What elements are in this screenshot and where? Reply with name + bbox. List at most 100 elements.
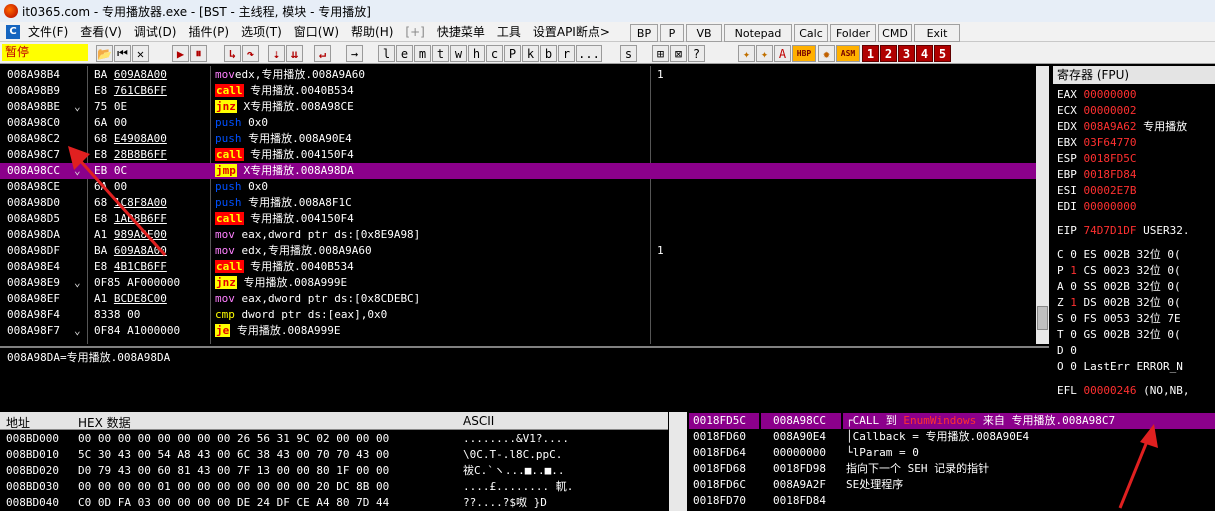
menu-options[interactable]: 选项(T) [235, 23, 288, 40]
stack-row[interactable]: 0018FD6C 008A9A2F SE处理程序 [689, 477, 1215, 493]
register-line[interactable]: EFL 00000246 (NO,NB, [1057, 383, 1189, 399]
registers-pane[interactable]: 寄存器 (FPU) EAX 00000000 ECX 00000002 EDX 00… [1053, 66, 1215, 412]
register-line[interactable]: ESP 0018FD5C [1057, 151, 1136, 167]
register-value[interactable]: 00002E7B [1084, 184, 1137, 197]
references-button[interactable]: r [558, 45, 575, 62]
menu-expand[interactable]: [+] [399, 25, 430, 39]
register-line[interactable]: D 0 [1057, 343, 1077, 359]
disasm-row[interactable]: 008A98D5 E8 1AB8B6FF call 专用播放.004150F4 [0, 211, 1049, 227]
register-line[interactable]: EDI 00000000 [1057, 199, 1136, 215]
register-value[interactable]: 1 [1070, 296, 1077, 309]
menu-tools[interactable]: 工具 [491, 23, 527, 40]
bp-button[interactable]: BP [630, 24, 658, 42]
dump-row[interactable]: 008BD040 C0 0D FA 03 00 00 00 00 DE 24 DF… [0, 495, 668, 511]
slot-4-button[interactable]: 4 [916, 45, 933, 62]
plugin-ab-icon[interactable]: A [774, 45, 791, 62]
register-value[interactable]: 00000000 [1084, 88, 1137, 101]
register-line[interactable]: P 1 CS 0023 32位 0( [1057, 263, 1181, 279]
folder-button[interactable]: Folder [830, 24, 876, 42]
slot-5-button[interactable]: 5 [934, 45, 951, 62]
open-icon[interactable]: 📂 [96, 45, 113, 62]
execute-till-return-icon[interactable]: ↵ [314, 45, 331, 62]
menu-plugins[interactable]: 插件(P) [182, 23, 235, 40]
disasm-row[interactable]: 008A98E4 E8 4B1CB6FF call 专用播放.0040B534 [0, 259, 1049, 275]
register-value[interactable]: 00000246 [1084, 384, 1137, 397]
register-value[interactable]: 00000000 [1084, 200, 1137, 213]
dump-row[interactable]: 008BD020 D0 79 43 00 60 81 43 00 7F 13 00… [0, 463, 668, 479]
disasm-row[interactable]: 008A98C2 68 E4908A00 push 专用播放.008A90E4 [0, 131, 1049, 147]
stack-pane[interactable]: 0018FD5C 008A98CC ┌CALL 到 EnumWindows 来自 专… [689, 412, 1215, 511]
disasm-row[interactable]: 008A98E9 ⌄ 0F85 AF000000 jnz 专用播放.008A999E [0, 275, 1049, 291]
slot-2-button[interactable]: 2 [880, 45, 897, 62]
step-into-icon[interactable]: ↳ [224, 45, 241, 62]
stack-row[interactable]: 0018FD70 0018FD84 [689, 493, 1215, 509]
menu-shortcuts[interactable]: 快捷菜单 [431, 23, 491, 40]
memory-button[interactable]: m [414, 45, 431, 62]
dump-row[interactable]: 008BD000 00 00 00 00 00 00 00 00 26 56 31… [0, 431, 668, 447]
pause-icon[interactable]: ⏸ [190, 45, 207, 62]
p-button[interactable]: P [660, 24, 684, 42]
step-over-icon[interactable]: ↷ [242, 45, 259, 62]
dump-header-hex[interactable]: HEX 数据 [78, 414, 131, 431]
disassembly-pane[interactable]: 008A98B4 BA 609A8A00 movedx,专用播放.008A9A60… [0, 66, 1049, 344]
disasm-row[interactable]: 008A98B9 E8 761CB6FF call 专用播放.0040B534 [0, 83, 1049, 99]
close-icon[interactable]: ✕ [132, 45, 149, 62]
slot-1-button[interactable]: 1 [862, 45, 879, 62]
go-to-icon[interactable]: → [346, 45, 363, 62]
cpu-window-icon[interactable]: C [6, 24, 20, 39]
run-trace-button[interactable]: ... [576, 45, 602, 62]
breakpoints-button[interactable]: b [540, 45, 557, 62]
disasm-row[interactable]: 008A98BE ⌄ 75 0E jnz X专用播放.008A98CE [0, 99, 1049, 115]
plugin-star-icon[interactable]: ✦ [738, 45, 755, 62]
menu-view[interactable]: 查看(V) [74, 23, 128, 40]
dump-pane[interactable]: 008BD000 00 00 00 00 00 00 00 00 26 56 31… [0, 431, 668, 511]
slot-3-button[interactable]: 3 [898, 45, 915, 62]
stack-scrollbar[interactable] [669, 412, 687, 511]
register-line[interactable]: EDX 008A9A62 专用播放 [1057, 119, 1187, 135]
patches-button[interactable]: P [504, 45, 521, 62]
plugin-star2-icon[interactable]: ✦ [756, 45, 773, 62]
register-line[interactable]: Z 1 DS 002B 32位 0( [1057, 295, 1181, 311]
disasm-row[interactable]: 008A98DA A1 989A8E00 mov eax,dword ptr ds… [0, 227, 1049, 243]
register-line[interactable]: EAX 00000000 [1057, 87, 1136, 103]
register-line[interactable]: T 0 GS 002B 32位 0( [1057, 327, 1181, 343]
log-window-button[interactable]: l [378, 45, 395, 62]
call-stack-button[interactable]: k [522, 45, 539, 62]
register-line[interactable]: O 0 LastErr ERROR_N [1057, 359, 1183, 375]
stack-row[interactable]: 0018FD64 00000000 └lParam = 0 [689, 445, 1215, 461]
run-icon[interactable]: ▶ [172, 45, 189, 62]
register-line[interactable]: C 0 ES 002B 32位 0( [1057, 247, 1181, 263]
vb-button[interactable]: VB [686, 24, 722, 42]
dump-row[interactable]: 008BD010 5C 30 43 00 54 A8 43 00 6C 38 43… [0, 447, 668, 463]
register-value[interactable]: 0018FD84 [1084, 168, 1137, 181]
windows-button[interactable]: w [450, 45, 467, 62]
scrollbar-thumb[interactable] [1037, 306, 1048, 330]
disasm-row[interactable]: 008A98F7 ⌄ 0F84 A1000000 je 专用播放.008A999E [0, 323, 1049, 339]
calc-button[interactable]: Calc [794, 24, 828, 42]
disassembly-scrollbar[interactable] [1036, 66, 1049, 344]
dump-header-ascii[interactable]: ASCII [463, 414, 494, 428]
menu-debug[interactable]: 调试(D) [128, 23, 183, 40]
register-value[interactable]: 008A9A62 [1084, 120, 1137, 133]
modules-button[interactable]: e [396, 45, 413, 62]
stack-row[interactable]: 0018FD68 0018FD98 指向下一个 SEH 记录的指针 [689, 461, 1215, 477]
appearance-icon[interactable]: ⊠ [670, 45, 687, 62]
stack-row[interactable]: 0018FD5C 008A98CC ┌CALL 到 EnumWindows 来自 专… [689, 413, 1215, 429]
menu-window[interactable]: 窗口(W) [288, 23, 345, 40]
disasm-row[interactable]: 008A98DF BA 609A8A00 mov edx,专用播放.008A9A6… [0, 243, 1049, 259]
disasm-row[interactable]: 008A98C7 E8 28B8B6FF call 专用播放.004150F4 [0, 147, 1049, 163]
trace-over-icon[interactable]: ⇊ [286, 45, 303, 62]
register-line[interactable]: A 0 SS 002B 32位 0( [1057, 279, 1181, 295]
stack-row[interactable]: 0018FD60 008A90E4 │Callback = 专用播放.008A90E… [689, 429, 1215, 445]
disasm-row[interactable]: 008A98B4 BA 609A8A00 movedx,专用播放.008A9A60… [0, 67, 1049, 83]
disasm-row[interactable]: 008A98F4 8338 00 cmp dword ptr ds:[eax],… [0, 307, 1049, 323]
cpu-button[interactable]: c [486, 45, 503, 62]
register-line[interactable]: S 0 FS 0053 32位 7E [1057, 311, 1181, 327]
options-icon[interactable]: ⊞ [652, 45, 669, 62]
register-value[interactable]: 0018FD5C [1084, 152, 1137, 165]
disasm-row[interactable]: 008A98CE 6A 00 push 0x0 [0, 179, 1049, 195]
menu-help[interactable]: 帮助(H) [345, 23, 399, 40]
disasm-row[interactable]: 008A98D0 68 1C8F8A00 push 专用播放.008A8F1C [0, 195, 1049, 211]
threads-button[interactable]: t [432, 45, 449, 62]
register-line[interactable]: ESI 00002E7B [1057, 183, 1136, 199]
